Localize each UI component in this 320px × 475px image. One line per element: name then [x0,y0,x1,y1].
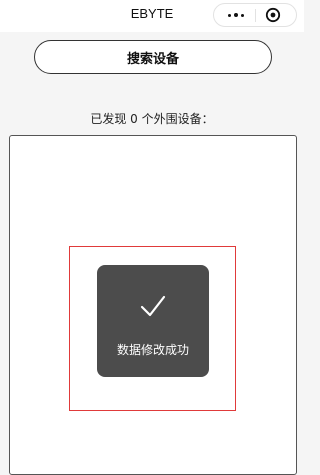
navigation-bar: EBYTE [0,0,304,32]
capsule-divider [255,9,256,22]
capsule-menu [213,3,297,27]
target-circle-icon[interactable] [265,7,281,23]
search-devices-button[interactable]: 搜索设备 [34,40,272,74]
toast-message: 数据修改成功 [116,343,189,357]
checkmark-icon [140,295,166,317]
found-devices-text: 已发现 0 个外围设备： [90,112,214,126]
more-dots-icon[interactable] [225,8,247,22]
success-toast: 数据修改成功 [97,265,209,377]
